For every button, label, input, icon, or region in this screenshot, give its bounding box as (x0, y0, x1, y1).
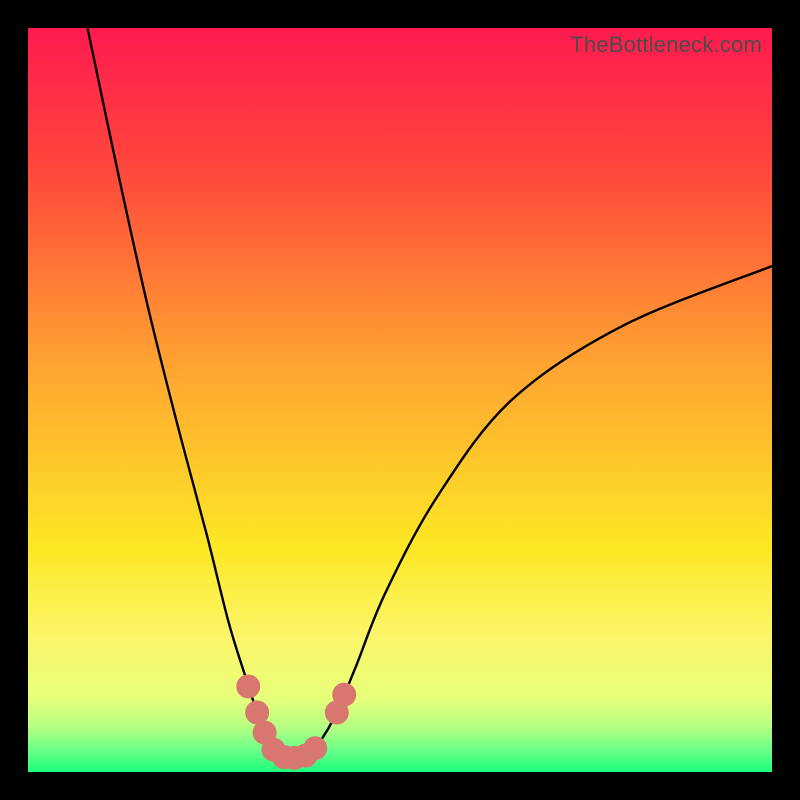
bottleneck-curve (28, 28, 772, 772)
curve-marker (236, 674, 260, 698)
curve-marker (332, 683, 356, 707)
plot-area: TheBottleneck.com (28, 28, 772, 772)
watermark-label: TheBottleneck.com (570, 32, 762, 58)
curve-marker (303, 736, 327, 760)
chart-frame: TheBottleneck.com (0, 0, 800, 800)
